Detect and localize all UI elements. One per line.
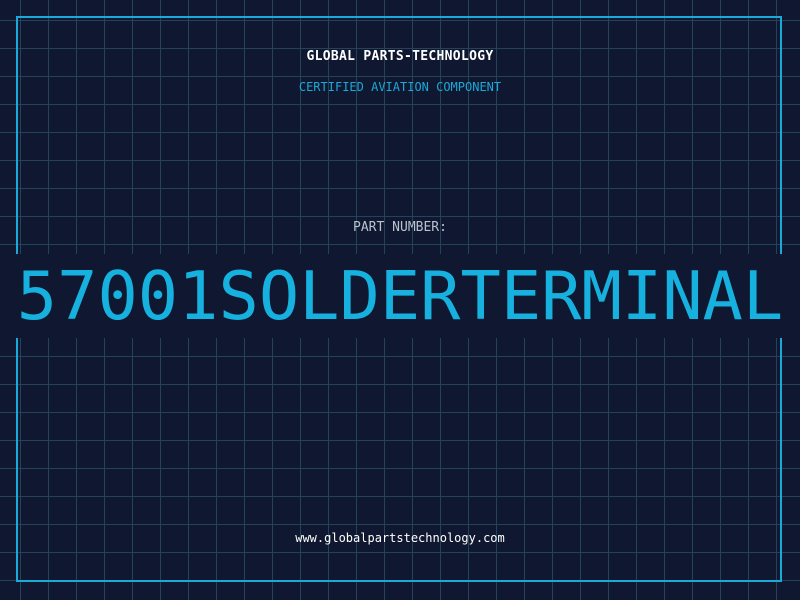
component-subtitle: CERTIFIED AVIATION COMPONENT bbox=[298, 80, 502, 94]
certificate-canvas: GLOBAL PARTS-TECHNOLOGY CERTIFIED AVIATI… bbox=[0, 0, 800, 600]
part-number-label: PART NUMBER: bbox=[353, 220, 447, 235]
company-name: GLOBAL PARTS-TECHNOLOGY bbox=[306, 49, 494, 64]
part-number-band: 57001SOLDERTERMINAL bbox=[0, 254, 800, 338]
website-url: www.globalpartstechnology.com bbox=[295, 531, 505, 545]
part-number-value: 57001SOLDERTERMINAL bbox=[16, 257, 784, 335]
